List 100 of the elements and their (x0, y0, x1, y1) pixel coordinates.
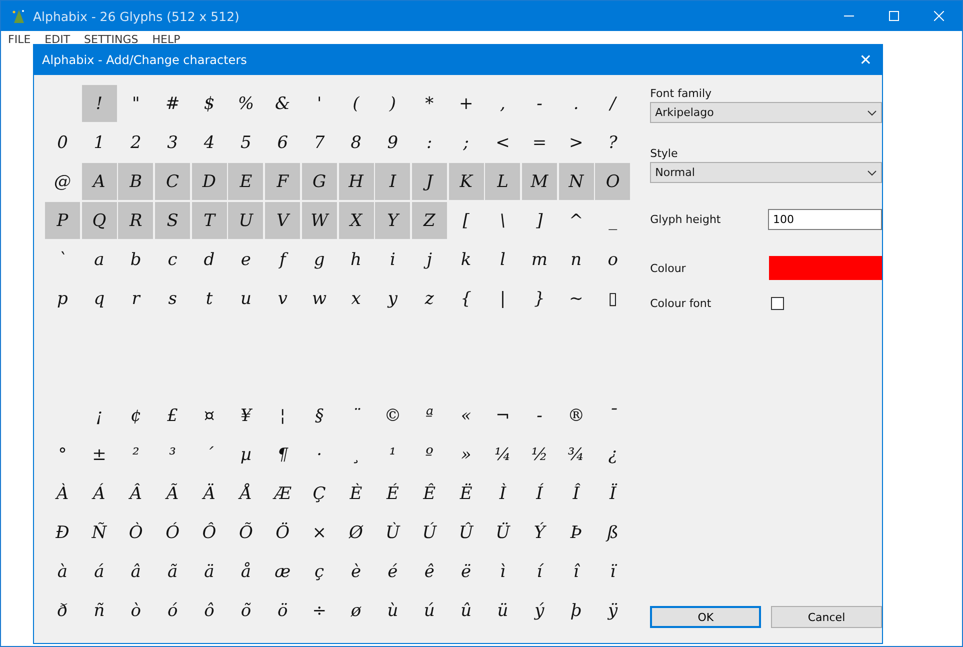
glyph-cell[interactable]: ¬ (485, 397, 520, 434)
glyph-cell[interactable]: _ (595, 202, 630, 239)
glyph-cell[interactable]: ! (82, 85, 117, 122)
ok-button[interactable]: OK (650, 606, 762, 628)
glyph-cell[interactable]: Ê (412, 475, 447, 512)
glyph-cell[interactable]: y (375, 280, 410, 317)
glyph-cell[interactable]: + (448, 85, 484, 122)
glyph-cell[interactable]: È (338, 475, 374, 512)
glyph-cell[interactable]: Ð (45, 514, 80, 551)
glyph-cell[interactable]: ¿ (595, 436, 630, 473)
glyph-cell[interactable]: [ (448, 202, 484, 239)
glyph-cell[interactable]: h (338, 241, 374, 278)
glyph-cell[interactable]: B (118, 163, 154, 200)
glyph-cell[interactable]: K (448, 163, 484, 200)
glyph-cell[interactable]: ã (155, 553, 190, 590)
glyph-cell[interactable]: ò (118, 592, 154, 629)
glyph-cell[interactable]: W (302, 202, 337, 239)
glyph-cell[interactable]: G (302, 163, 337, 200)
glyph-cell[interactable]: J (412, 163, 447, 200)
checkbox[interactable] (771, 297, 784, 310)
glyph-cell[interactable]: s (155, 280, 190, 317)
close-icon[interactable] (934, 11, 944, 21)
glyph-cell[interactable]: # (155, 85, 190, 122)
glyph-cell[interactable]: ü (485, 592, 520, 629)
glyph-cell[interactable]: p (45, 280, 80, 317)
glyph-cell[interactable]: U (228, 202, 264, 239)
colour-swatch[interactable] (769, 256, 882, 280)
glyph-cell[interactable]: 1 (82, 124, 117, 161)
glyph-cell[interactable]: § (302, 397, 337, 434)
glyph-cell[interactable]: Å (228, 475, 264, 512)
glyph-cell[interactable]: ¹ (375, 436, 410, 473)
glyph-cell[interactable]: ï (595, 553, 630, 590)
glyph-cell[interactable]: â (118, 553, 154, 590)
glyph-cell[interactable]: ¼ (485, 436, 520, 473)
glyph-cell[interactable]: 8 (338, 124, 374, 161)
glyph-cell[interactable]: 5 (228, 124, 264, 161)
glyph-cell[interactable]: A (82, 163, 117, 200)
glyph-cell[interactable]: ¶ (265, 436, 300, 473)
glyph-cell[interactable]: T (192, 202, 227, 239)
glyph-cell[interactable]: n (558, 241, 594, 278)
glyph-cell[interactable]: S (155, 202, 190, 239)
glyph-cell[interactable]: 6 (265, 124, 300, 161)
glyph-cell[interactable]: ¦ (265, 397, 300, 434)
glyph-cell[interactable]: ~ (558, 280, 594, 317)
glyph-cell[interactable]: ± (82, 436, 117, 473)
glyph-cell[interactable]: ð (45, 592, 80, 629)
glyph-cell[interactable]: 0 (45, 124, 80, 161)
glyph-cell[interactable]: i (375, 241, 410, 278)
glyph-cell[interactable]: Ö (265, 514, 300, 551)
glyph-cell[interactable]: R (118, 202, 154, 239)
glyph-cell[interactable]: | (485, 280, 520, 317)
cancel-button[interactable]: Cancel (771, 606, 882, 628)
glyph-cell[interactable]: ê (412, 553, 447, 590)
glyph-cell[interactable]: " (118, 85, 154, 122)
close-button[interactable]: ✕ (849, 51, 882, 69)
glyph-cell[interactable]: Þ (558, 514, 594, 551)
glyph-cell[interactable]: F (265, 163, 300, 200)
glyph-cell[interactable]: ¡ (82, 397, 117, 434)
glyph-cell[interactable]: ù (375, 592, 410, 629)
glyph-cell[interactable]: = (522, 124, 557, 161)
glyph-cell[interactable]: Ñ (82, 514, 117, 551)
glyph-cell[interactable]: } (522, 280, 557, 317)
glyph-cell[interactable]: / (595, 85, 630, 122)
glyph-cell[interactable]: V (265, 202, 300, 239)
glyph-cell[interactable]: Ã (155, 475, 190, 512)
glyph-cell[interactable]: é (375, 553, 410, 590)
glyph-cell[interactable]: © (375, 397, 410, 434)
style-dropdown[interactable]: Normal (650, 162, 882, 183)
glyph-cell[interactable]: ^ (558, 202, 594, 239)
glyph-cell[interactable]: µ (228, 436, 264, 473)
glyph-cell[interactable]: Z (412, 202, 447, 239)
glyph-cell[interactable]: Ç (302, 475, 337, 512)
glyph-cell[interactable]: L (485, 163, 520, 200)
glyph-cell[interactable]: ÿ (595, 592, 630, 629)
menu-item[interactable]: EDIT (44, 33, 70, 46)
glyph-cell[interactable]: ( (338, 85, 374, 122)
glyph-cell[interactable]: × (302, 514, 337, 551)
glyph-cell[interactable]: Q (82, 202, 117, 239)
maximize-icon[interactable] (889, 11, 899, 21)
glyph-cell[interactable]: b (118, 241, 154, 278)
glyph-cell[interactable]: 9 (375, 124, 410, 161)
glyph-cell[interactable]: Ø (338, 514, 374, 551)
glyph-cell[interactable]: £ (155, 397, 190, 434)
glyph-cell[interactable]: C (155, 163, 190, 200)
glyph-cell[interactable]: æ (265, 553, 300, 590)
glyph-cell[interactable]: ñ (82, 592, 117, 629)
glyph-cell[interactable]: Ú (412, 514, 447, 551)
glyph-cell[interactable]: < (485, 124, 520, 161)
glyph-cell[interactable]: g (302, 241, 337, 278)
glyph-cell[interactable]: k (448, 241, 484, 278)
glyph-cell[interactable]: t (192, 280, 227, 317)
glyph-cell[interactable]: è (338, 553, 374, 590)
glyph-cell[interactable]: Â (118, 475, 154, 512)
glyph-cell[interactable]: f (265, 241, 300, 278)
glyph-cell[interactable]: M (522, 163, 557, 200)
glyph-cell[interactable]: î (558, 553, 594, 590)
glyph-cell[interactable]: ÷ (302, 592, 337, 629)
glyph-cell[interactable]: - (522, 85, 557, 122)
glyph-cell[interactable]: á (82, 553, 117, 590)
glyph-cell[interactable]: & (265, 85, 300, 122)
